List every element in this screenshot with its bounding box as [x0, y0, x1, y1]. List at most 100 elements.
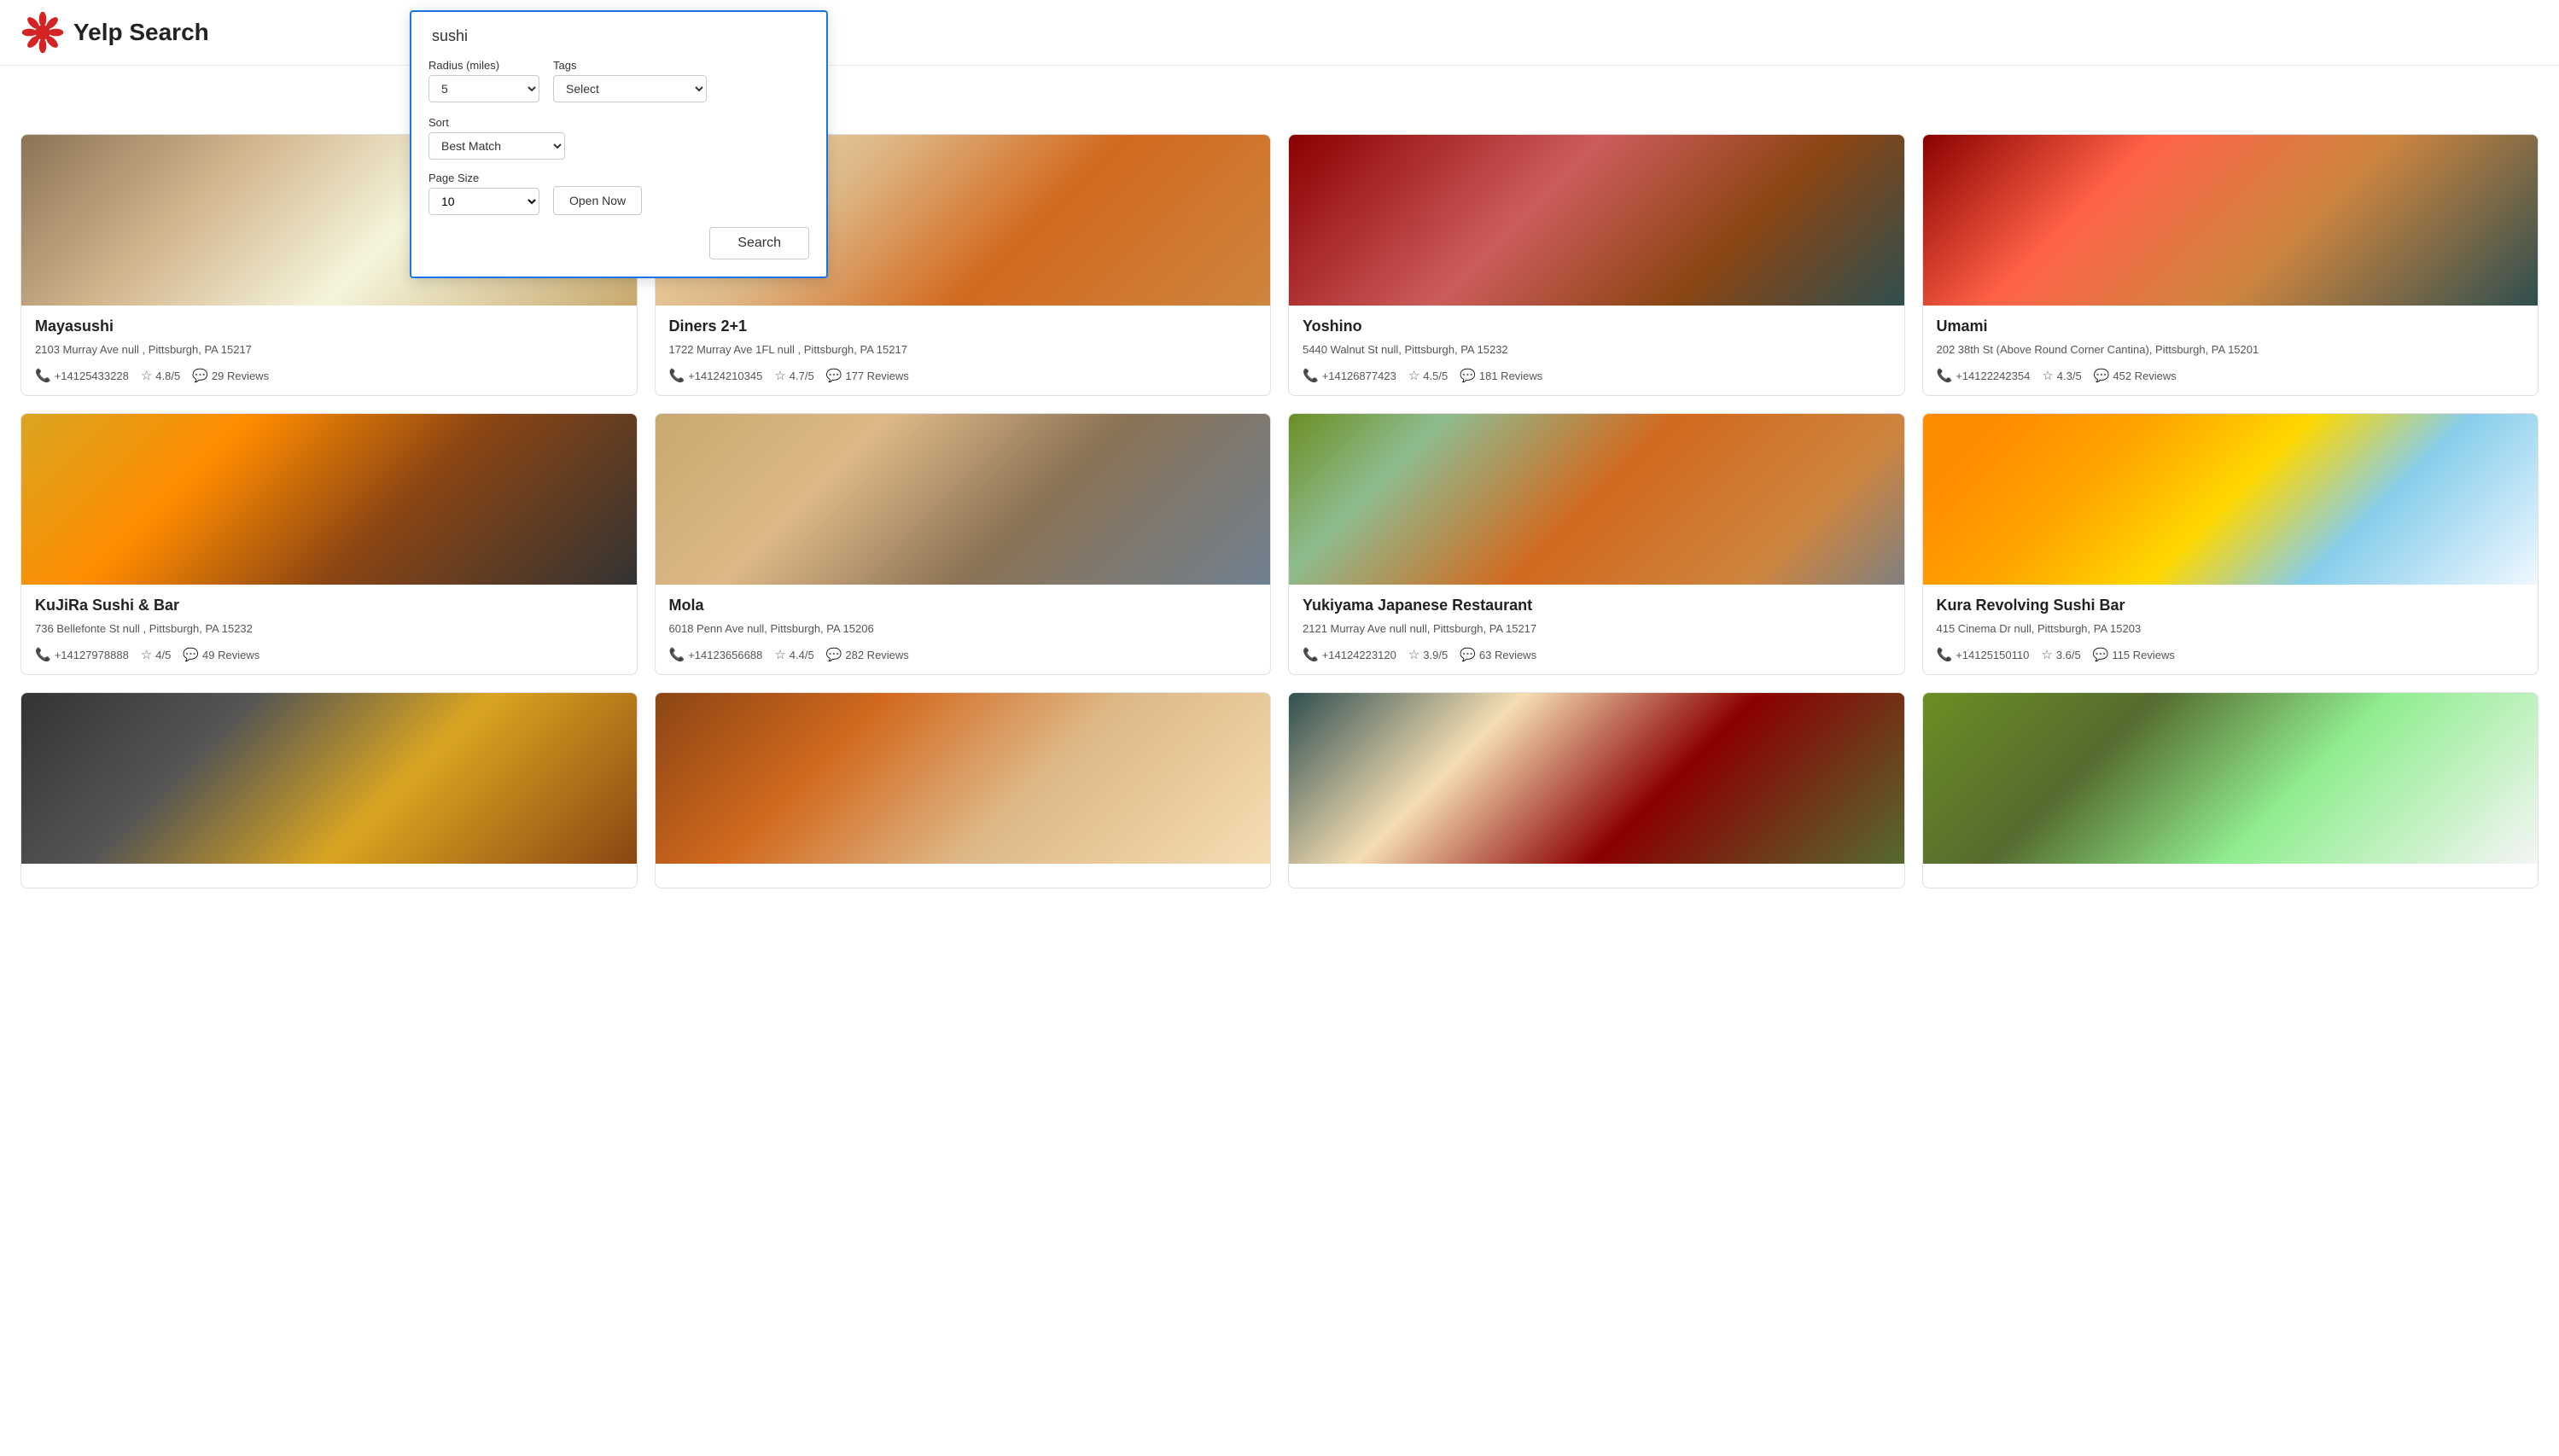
comment-icon: 💬: [826, 368, 842, 383]
card-body: [656, 864, 1271, 888]
rating-value: 3.9/5: [1423, 649, 1448, 661]
phone-icon: 📞: [35, 647, 51, 662]
card-item[interactable]: Umami 202 38th St (Above Round Corner Ca…: [1922, 134, 2539, 396]
card-item[interactable]: Kura Revolving Sushi Bar 415 Cinema Dr n…: [1922, 413, 2539, 675]
phone-number: +14127978888: [55, 649, 129, 661]
phone-number: +14125150110: [1956, 649, 2029, 661]
card-meta: 📞 +14124210345 ☆ 4.7/5 💬 177 Reviews: [669, 368, 1257, 383]
card-address: 2103 Murray Ave null , Pittsburgh, PA 15…: [35, 342, 623, 358]
card-meta: 📞 +14125150110 ☆ 3.6/5 💬 115 Reviews: [1937, 647, 2525, 662]
card-address: 2121 Murray Ave null null, Pittsburgh, P…: [1303, 621, 1891, 637]
phone-icon: 📞: [669, 647, 685, 662]
phone-meta: 📞 +14127978888: [35, 647, 129, 662]
tags-filter-group: Tags Select Sushi Japanese Asian Fusion …: [553, 59, 707, 102]
search-panel: Radius (miles) 1 5 10 25 50 Tags Select …: [410, 10, 828, 278]
phone-number: +14125433228: [55, 370, 129, 382]
phone-meta: 📞 +14124210345: [669, 368, 763, 383]
reviews-meta: 💬 63 Reviews: [1460, 647, 1536, 662]
comment-icon: 💬: [192, 368, 208, 383]
card-body: Kura Revolving Sushi Bar 415 Cinema Dr n…: [1923, 585, 2539, 674]
card-name: Yukiyama Japanese Restaurant: [1303, 597, 1891, 614]
rating-meta: ☆ 4.4/5: [774, 647, 813, 662]
reviews-meta: 💬 115 Reviews: [2093, 647, 2175, 662]
reviews-meta: 💬 181 Reviews: [1460, 368, 1542, 383]
card-image: [1923, 693, 2539, 864]
card-address: 6018 Penn Ave null, Pittsburgh, PA 15206: [669, 621, 1257, 637]
card-name: Mola: [669, 597, 1257, 614]
card-item[interactable]: [655, 692, 1272, 888]
card-image: [1289, 414, 1904, 585]
comment-icon: 💬: [1460, 368, 1476, 383]
card-item[interactable]: KuJiRa Sushi & Bar 736 Bellefonte St nul…: [20, 413, 638, 675]
card-item[interactable]: Mola 6018 Penn Ave null, Pittsburgh, PA …: [655, 413, 1272, 675]
reviews-count: 49 Reviews: [202, 649, 259, 661]
phone-meta: 📞 +14123656688: [669, 647, 763, 662]
card-meta: 📞 +14124223120 ☆ 3.9/5 💬 63 Reviews: [1303, 647, 1891, 662]
star-icon: ☆: [774, 647, 785, 662]
phone-meta: 📞 +14122242354: [1937, 368, 2031, 383]
card-address: 736 Bellefonte St null , Pittsburgh, PA …: [35, 621, 623, 637]
rating-value: 4/5: [155, 649, 171, 661]
card-image: [1923, 414, 2539, 585]
page-size-select[interactable]: 5 10 20 50: [428, 188, 539, 215]
phone-number: +14124223120: [1322, 649, 1396, 661]
header: Yelp Search Radius (miles) 1 5 10 25 50 …: [0, 0, 2559, 66]
comment-icon: 💬: [2093, 647, 2109, 662]
card-item[interactable]: Yoshino 5440 Walnut St null, Pittsburgh,…: [1288, 134, 1905, 396]
card-item[interactable]: Yukiyama Japanese Restaurant 2121 Murray…: [1288, 413, 1905, 675]
rating-value: 3.6/5: [2056, 649, 2081, 661]
rating-meta: ☆ 4.3/5: [2042, 368, 2081, 383]
card-item[interactable]: [20, 692, 638, 888]
reviews-meta: 💬 177 Reviews: [826, 368, 909, 383]
tags-select[interactable]: Select Sushi Japanese Asian Fusion Ramen: [553, 75, 707, 102]
reviews-count: 177 Reviews: [845, 370, 908, 382]
card-body: Mola 6018 Penn Ave null, Pittsburgh, PA …: [656, 585, 1271, 674]
search-btn-row: Search: [428, 227, 809, 259]
phone-number: +14124210345: [688, 370, 762, 382]
card-address: 5440 Walnut St null, Pittsburgh, PA 1523…: [1303, 342, 1891, 358]
card-name: Yoshino: [1303, 317, 1891, 335]
radius-label: Radius (miles): [428, 59, 539, 72]
phone-icon: 📞: [1303, 368, 1319, 383]
phone-number: +14123656688: [688, 649, 762, 661]
phone-icon: 📞: [1937, 368, 1953, 383]
sort-select[interactable]: Best Match Rating Review Count Distance: [428, 132, 565, 160]
card-name: KuJiRa Sushi & Bar: [35, 597, 623, 614]
rating-value: 4.7/5: [790, 370, 814, 382]
comment-icon: 💬: [826, 647, 842, 662]
card-image: [1289, 135, 1904, 306]
star-icon: ☆: [2041, 647, 2052, 662]
reviews-count: 29 Reviews: [212, 370, 269, 382]
search-input-row: [428, 26, 809, 47]
phone-meta: 📞 +14126877423: [1303, 368, 1396, 383]
search-button[interactable]: Search: [709, 227, 809, 259]
rating-meta: ☆ 4.8/5: [141, 368, 180, 383]
results-grid: Mayasushi 2103 Murray Ave null , Pittsbu…: [0, 66, 2559, 909]
open-now-button[interactable]: Open Now: [553, 186, 642, 215]
card-body: [21, 864, 637, 888]
card-address: 1722 Murray Ave 1FL null , Pittsburgh, P…: [669, 342, 1257, 358]
rating-value: 4.3/5: [2057, 370, 2082, 382]
rating-meta: ☆ 4.7/5: [774, 368, 813, 383]
reviews-count: 63 Reviews: [1479, 649, 1536, 661]
rating-meta: ☆ 3.9/5: [1408, 647, 1448, 662]
card-address: 202 38th St (Above Round Corner Cantina)…: [1937, 342, 2525, 358]
phone-meta: 📞 +14124223120: [1303, 647, 1396, 662]
star-icon: ☆: [141, 647, 152, 662]
logo-area: Yelp Search: [20, 10, 209, 55]
reviews-meta: 💬 29 Reviews: [192, 368, 269, 383]
search-input[interactable]: [428, 26, 809, 47]
radius-select[interactable]: 1 5 10 25 50: [428, 75, 539, 102]
card-image: [656, 414, 1271, 585]
card-body: Diners 2+1 1722 Murray Ave 1FL null , Pi…: [656, 306, 1271, 395]
card-item[interactable]: [1922, 692, 2539, 888]
reviews-count: 181 Reviews: [1479, 370, 1542, 382]
comment-icon: 💬: [1460, 647, 1476, 662]
card-body: Yoshino 5440 Walnut St null, Pittsburgh,…: [1289, 306, 1904, 395]
second-row: Page Size 5 10 20 50 Open Now: [428, 172, 809, 215]
rating-meta: ☆ 4.5/5: [1408, 368, 1448, 383]
card-body: Mayasushi 2103 Murray Ave null , Pittsbu…: [21, 306, 637, 395]
reviews-count: 452 Reviews: [2113, 370, 2176, 382]
app-title: Yelp Search: [73, 19, 209, 46]
card-item[interactable]: [1288, 692, 1905, 888]
